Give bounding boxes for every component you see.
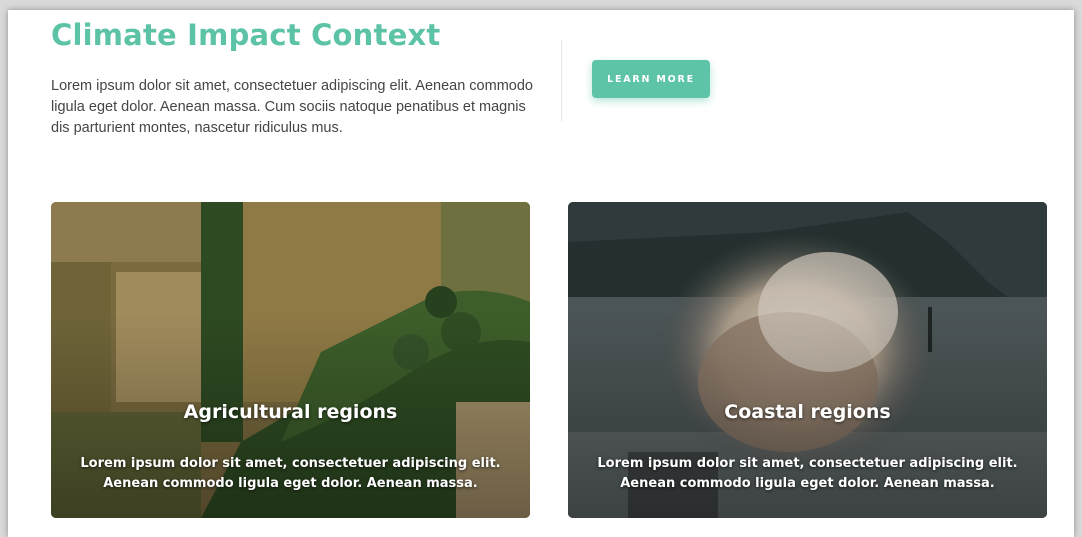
intro-text: Lorem ipsum dolor sit amet, consectetuer…: [51, 78, 533, 136]
page-title: Climate Impact Context: [51, 18, 441, 52]
card-description: Lorem ipsum dolor sit amet, consectetuer…: [597, 456, 1018, 491]
learn-more-button[interactable]: LEARN MORE: [592, 60, 710, 98]
card-coastal-regions[interactable]: Coastal regions Lorem ipsum dolor sit am…: [568, 202, 1047, 518]
card-description: Lorem ipsum dolor sit amet, consectetuer…: [80, 456, 501, 491]
vertical-divider: [561, 40, 562, 122]
card-agricultural-regions[interactable]: Agricultural regions Lorem ipsum dolor s…: [51, 202, 530, 518]
card-title: Coastal regions: [724, 401, 891, 423]
page: Climate Impact Context Lorem ipsum dolor…: [8, 10, 1074, 537]
card-title: Agricultural regions: [183, 401, 398, 423]
